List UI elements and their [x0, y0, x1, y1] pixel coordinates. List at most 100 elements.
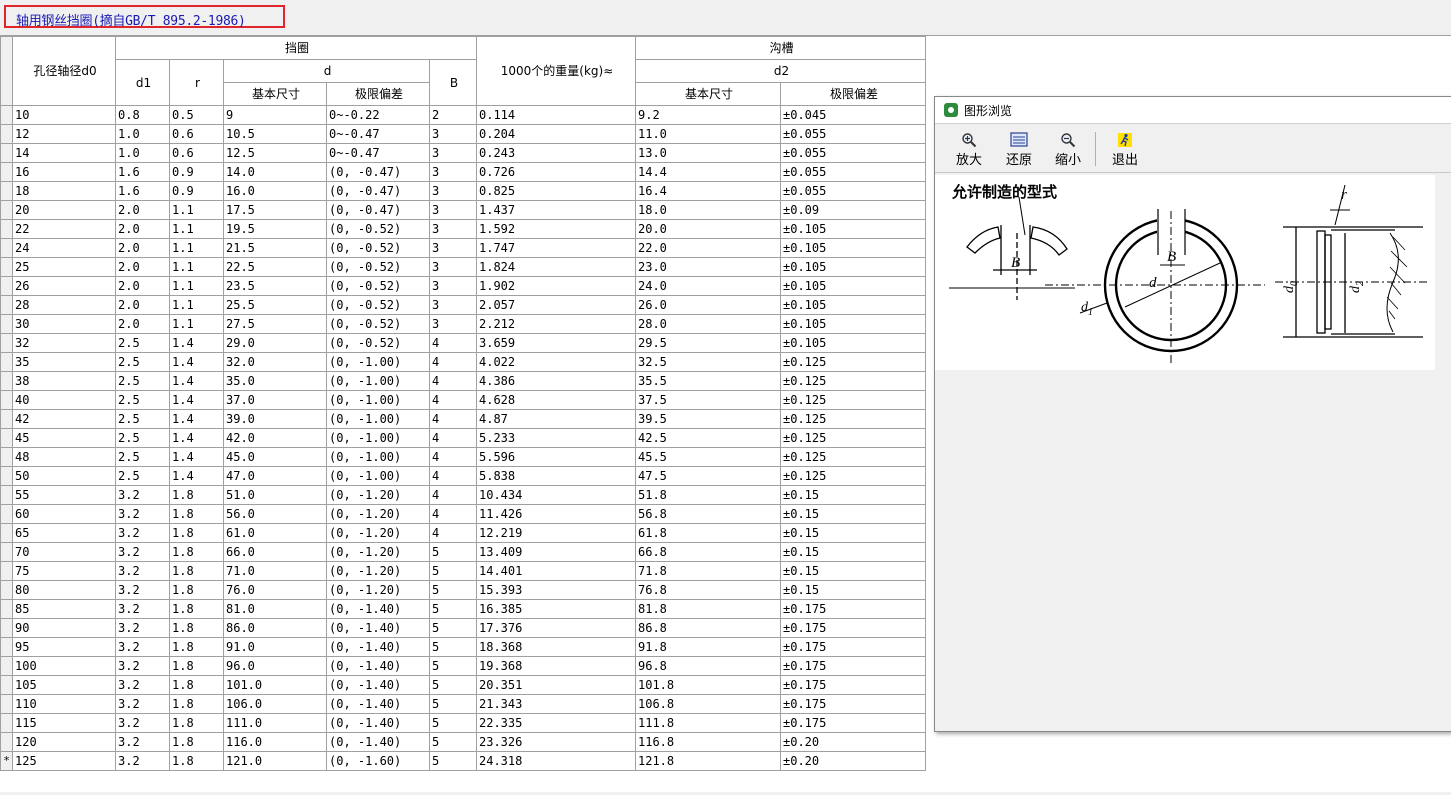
row-indicator[interactable]: [0, 162, 13, 182]
cell-B[interactable]: 5: [429, 713, 477, 733]
cell-d1[interactable]: 2.0: [115, 257, 170, 277]
cell-d-tolerance[interactable]: (0, -1.40): [326, 732, 430, 752]
cell-d-tolerance[interactable]: 0~-0.22: [326, 105, 430, 125]
cell-d2-tolerance[interactable]: ±0.105: [780, 257, 926, 277]
cell-d2-basic[interactable]: 116.8: [635, 732, 781, 752]
table-row[interactable]: 32 2.5 1.4 29.0 (0, -0.52) 4 3.659 29.5 ±0.105: [0, 333, 926, 353]
row-indicator[interactable]: [0, 390, 13, 410]
cell-weight[interactable]: 24.318: [476, 751, 636, 771]
cell-d-tolerance[interactable]: (0, -0.52): [326, 314, 430, 334]
cell-d-tolerance[interactable]: (0, -1.00): [326, 447, 430, 467]
cell-d1[interactable]: 2.5: [115, 333, 170, 353]
row-indicator[interactable]: [0, 124, 13, 144]
cell-d0[interactable]: 40: [12, 390, 116, 410]
cell-d2-basic[interactable]: 9.2: [635, 105, 781, 125]
cell-r[interactable]: 1.8: [169, 599, 224, 619]
cell-d2-tolerance[interactable]: ±0.175: [780, 637, 926, 657]
cell-d-basic[interactable]: 121.0: [223, 751, 327, 771]
cell-d-tolerance[interactable]: (0, -1.20): [326, 561, 430, 581]
cell-d-basic[interactable]: 23.5: [223, 276, 327, 296]
cell-B[interactable]: 5: [429, 599, 477, 619]
cell-d2-tolerance[interactable]: ±0.15: [780, 485, 926, 505]
cell-d-basic[interactable]: 66.0: [223, 542, 327, 562]
cell-d2-basic[interactable]: 45.5: [635, 447, 781, 467]
cell-d-basic[interactable]: 14.0: [223, 162, 327, 182]
cell-d0[interactable]: 110: [12, 694, 116, 714]
table-row[interactable]: 42 2.5 1.4 39.0 (0, -1.00) 4 4.87 39.5 ±0.125: [0, 409, 926, 429]
cell-B[interactable]: 2: [429, 105, 477, 125]
cell-d0[interactable]: 22: [12, 219, 116, 239]
cell-d2-basic[interactable]: 106.8: [635, 694, 781, 714]
cell-d2-basic[interactable]: 47.5: [635, 466, 781, 486]
cell-d-basic[interactable]: 47.0: [223, 466, 327, 486]
cell-d-basic[interactable]: 27.5: [223, 314, 327, 334]
cell-d-tolerance[interactable]: 0~-0.47: [326, 124, 430, 144]
cell-r[interactable]: 1.4: [169, 409, 224, 429]
cell-weight[interactable]: 17.376: [476, 618, 636, 638]
col-header-d-basic[interactable]: 基本尺寸: [223, 82, 327, 106]
cell-d2-tolerance[interactable]: ±0.175: [780, 694, 926, 714]
cell-weight[interactable]: 0.114: [476, 105, 636, 125]
cell-d-tolerance[interactable]: (0, -1.20): [326, 504, 430, 524]
table-row[interactable]: 95 3.2 1.8 91.0 (0, -1.40) 5 18.368 91.8 ±0.175: [0, 637, 926, 657]
cell-d1[interactable]: 3.2: [115, 751, 170, 771]
row-indicator[interactable]: *: [0, 751, 13, 771]
table-row[interactable]: 16 1.6 0.9 14.0 (0, -0.47) 3 0.726 14.4 ±0.055: [0, 162, 926, 182]
cell-r[interactable]: 1.8: [169, 675, 224, 695]
cell-B[interactable]: 3: [429, 295, 477, 315]
cell-d0[interactable]: 12: [12, 124, 116, 144]
col-header-r[interactable]: r: [169, 59, 224, 106]
cell-r[interactable]: 1.8: [169, 694, 224, 714]
row-indicator[interactable]: [0, 219, 13, 239]
cell-d2-basic[interactable]: 11.0: [635, 124, 781, 144]
cell-d2-basic[interactable]: 91.8: [635, 637, 781, 657]
cell-d2-basic[interactable]: 32.5: [635, 352, 781, 372]
cell-weight[interactable]: 1.437: [476, 200, 636, 220]
cell-r[interactable]: 1.8: [169, 637, 224, 657]
cell-r[interactable]: 1.8: [169, 542, 224, 562]
row-indicator[interactable]: [0, 675, 13, 695]
col-header-B[interactable]: B: [429, 59, 477, 106]
cell-d1[interactable]: 3.2: [115, 504, 170, 524]
table-row[interactable]: 14 1.0 0.6 12.5 0~-0.47 3 0.243 13.0 ±0.055: [0, 143, 926, 163]
cell-weight[interactable]: 0.825: [476, 181, 636, 201]
cell-weight[interactable]: 4.628: [476, 390, 636, 410]
cell-weight[interactable]: 15.393: [476, 580, 636, 600]
cell-d-basic[interactable]: 22.5: [223, 257, 327, 277]
row-indicator[interactable]: [0, 618, 13, 638]
cell-B[interactable]: 3: [429, 238, 477, 258]
cell-d2-basic[interactable]: 16.4: [635, 181, 781, 201]
cell-d-tolerance[interactable]: (0, -1.40): [326, 637, 430, 657]
cell-d2-tolerance[interactable]: ±0.15: [780, 580, 926, 600]
cell-d-basic[interactable]: 25.5: [223, 295, 327, 315]
cell-d0[interactable]: 30: [12, 314, 116, 334]
cell-r[interactable]: 1.8: [169, 523, 224, 543]
table-row[interactable]: 20 2.0 1.1 17.5 (0, -0.47) 3 1.437 18.0 ±0.09: [0, 200, 926, 220]
row-indicator[interactable]: [0, 276, 13, 296]
cell-d2-tolerance[interactable]: ±0.175: [780, 713, 926, 733]
cell-B[interactable]: 3: [429, 257, 477, 277]
table-row[interactable]: 120 3.2 1.8 116.0 (0, -1.40) 5 23.326 116.8 ±0.2…: [0, 732, 926, 752]
col-header-d-tolerance[interactable]: 极限偏差: [326, 82, 430, 106]
viewer-scrollbar[interactable]: [1437, 175, 1451, 730]
cell-d2-tolerance[interactable]: ±0.125: [780, 390, 926, 410]
cell-d2-basic[interactable]: 23.0: [635, 257, 781, 277]
cell-B[interactable]: 4: [429, 485, 477, 505]
table-row[interactable]: 50 2.5 1.4 47.0 (0, -1.00) 4 5.838 47.5 ±0.125: [0, 466, 926, 486]
cell-d-tolerance[interactable]: (0, -1.20): [326, 485, 430, 505]
cell-d-basic[interactable]: 45.0: [223, 447, 327, 467]
zoom-in-button[interactable]: 放大: [947, 132, 991, 170]
cell-d2-basic[interactable]: 111.8: [635, 713, 781, 733]
cell-weight[interactable]: 0.726: [476, 162, 636, 182]
cell-r[interactable]: 1.8: [169, 561, 224, 581]
cell-r[interactable]: 1.1: [169, 314, 224, 334]
cell-d1[interactable]: 2.0: [115, 200, 170, 220]
cell-d-tolerance[interactable]: (0, -1.00): [326, 352, 430, 372]
row-indicator[interactable]: [0, 257, 13, 277]
cell-d-tolerance[interactable]: (0, -0.52): [326, 295, 430, 315]
cell-r[interactable]: 0.9: [169, 181, 224, 201]
col-header-weight[interactable]: 1000个的重量(kg)≈: [476, 36, 636, 106]
cell-r[interactable]: 1.1: [169, 295, 224, 315]
cell-B[interactable]: 3: [429, 219, 477, 239]
cell-weight[interactable]: 2.212: [476, 314, 636, 334]
